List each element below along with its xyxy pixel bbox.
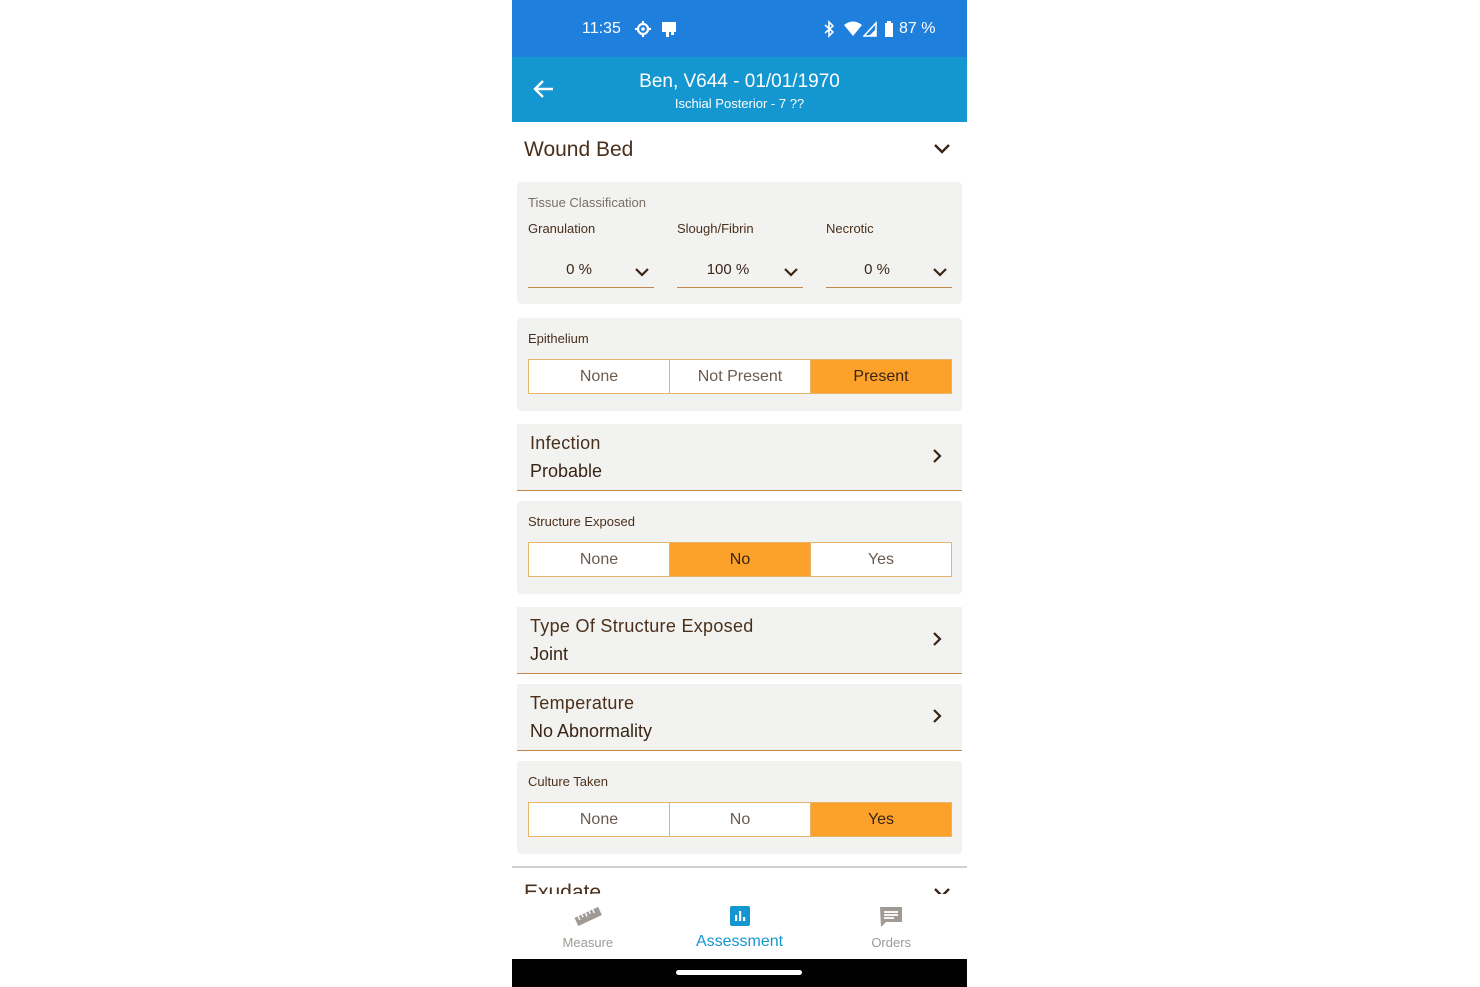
structure-exposed-label: Structure Exposed xyxy=(528,514,635,529)
type-of-structure-title: Type Of Structure Exposed xyxy=(530,616,754,636)
home-indicator[interactable] xyxy=(676,970,802,975)
chevron-down-icon xyxy=(634,264,650,282)
structure-option-yes[interactable]: Yes xyxy=(811,543,951,576)
chevron-down-icon[interactable] xyxy=(933,886,951,894)
slough-dropdown[interactable]: Slough/Fibrin 100 % xyxy=(677,221,803,288)
epithelium-segmented-control: None Not Present Present xyxy=(528,359,952,394)
type-of-structure-value: Joint xyxy=(530,644,569,664)
patient-title: Ben, V644 - 01/01/1970 xyxy=(639,71,840,92)
cast-icon xyxy=(660,20,678,43)
granulation-label: Granulation xyxy=(528,221,596,236)
epithelium-card: Epithelium None Not Present Present xyxy=(517,318,962,411)
temperature-value: No Abnormality xyxy=(530,721,653,741)
message-icon xyxy=(878,904,904,935)
structure-exposed-card: Structure Exposed None No Yes xyxy=(517,501,962,594)
tab-assessment-label: Assessment xyxy=(695,933,784,950)
granulation-dropdown[interactable]: Granulation 0 % xyxy=(528,221,654,288)
epithelium-option-none[interactable]: None xyxy=(529,360,670,393)
infection-title: Infection xyxy=(530,433,601,453)
wound-location: Ischial Posterior - 7 ?? xyxy=(674,96,805,111)
culture-option-none[interactable]: None xyxy=(529,803,670,836)
structure-exposed-segmented-control: None No Yes xyxy=(528,542,952,577)
epithelium-label: Epithelium xyxy=(528,331,589,346)
structure-option-no[interactable]: No xyxy=(670,543,811,576)
granulation-value: 0 % xyxy=(566,261,592,278)
chevron-down-icon xyxy=(932,264,948,282)
chevron-right-icon xyxy=(932,708,942,729)
temperature-row[interactable]: Temperature No Abnormality xyxy=(517,684,962,751)
tab-orders-label: Orders xyxy=(871,935,912,950)
bluetooth-icon xyxy=(823,20,835,43)
battery-level: 87 % xyxy=(899,20,936,37)
structure-option-none[interactable]: None xyxy=(529,543,670,576)
battery-icon xyxy=(884,20,894,43)
chevron-down-icon[interactable] xyxy=(933,142,951,160)
culture-taken-card: Culture Taken None No Yes xyxy=(517,761,962,854)
culture-option-yes[interactable]: Yes xyxy=(811,803,951,836)
status-bar: 11:35 87 % xyxy=(512,0,967,57)
gesture-bar xyxy=(512,959,967,987)
tissue-classification-card: Tissue Classification Granulation 0 % Sl… xyxy=(517,182,962,304)
phone-screen: 11:35 87 % Ben, V644 - 01/01/1970 Ischia… xyxy=(512,0,967,987)
assessment-chart-icon xyxy=(728,904,752,933)
type-of-structure-row[interactable]: Type Of Structure Exposed Joint xyxy=(517,607,962,674)
chevron-right-icon xyxy=(932,631,942,652)
epithelium-option-not-present[interactable]: Not Present xyxy=(670,360,811,393)
section-title: Wound Bed xyxy=(524,138,634,161)
temperature-title: Temperature xyxy=(530,693,635,713)
slough-value: 100 % xyxy=(706,261,750,278)
infection-value: Probable xyxy=(530,461,603,481)
chevron-down-icon xyxy=(783,264,799,282)
culture-taken-segmented-control: None No Yes xyxy=(528,802,952,837)
app-bar: Ben, V644 - 01/01/1970 Ischial Posterior… xyxy=(512,57,967,122)
exudate-header[interactable]: Exudate xyxy=(512,868,967,894)
tab-orders[interactable]: Orders xyxy=(815,894,967,959)
infection-row[interactable]: Infection Probable xyxy=(517,424,962,491)
tab-measure[interactable]: Measure xyxy=(512,894,664,959)
settings-icon xyxy=(634,20,652,43)
necrotic-label: Necrotic xyxy=(826,221,874,236)
slough-label: Slough/Fibrin xyxy=(677,221,754,236)
ruler-icon xyxy=(573,904,603,933)
chevron-right-icon xyxy=(932,448,942,469)
signal-icon xyxy=(862,20,877,43)
status-time: 11:35 xyxy=(582,20,621,37)
tab-measure-label: Measure xyxy=(562,935,614,950)
culture-taken-label: Culture Taken xyxy=(528,774,608,789)
bottom-navigation: Measure Assessment Orders xyxy=(512,894,967,959)
wifi-icon xyxy=(843,20,863,43)
necrotic-value: 0 % xyxy=(864,261,890,278)
tab-assessment[interactable]: Assessment xyxy=(664,894,816,959)
necrotic-dropdown[interactable]: Necrotic 0 % xyxy=(826,221,952,288)
epithelium-option-present[interactable]: Present xyxy=(811,360,951,393)
wound-bed-header[interactable]: Wound Bed xyxy=(512,122,967,180)
exudate-title: Exudate xyxy=(524,881,602,894)
culture-option-no[interactable]: No xyxy=(670,803,811,836)
tissue-classification-label: Tissue Classification xyxy=(528,195,647,210)
